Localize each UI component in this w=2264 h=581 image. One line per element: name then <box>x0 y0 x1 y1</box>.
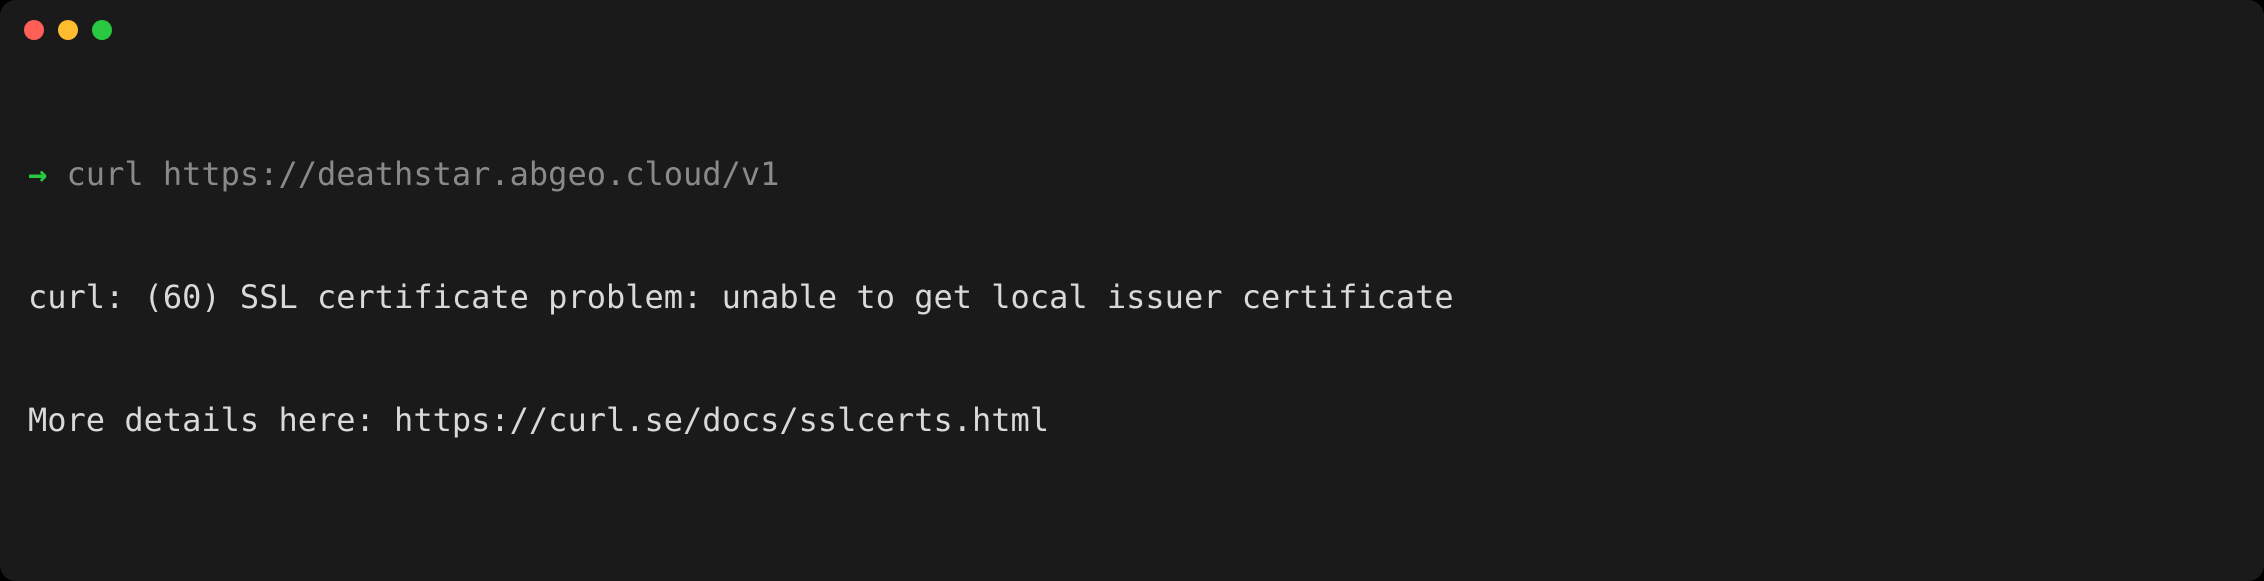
blank-line <box>28 522 2236 563</box>
output-line: More details here: https://curl.se/docs/… <box>28 400 2236 441</box>
terminal-window: → curl https://deathstar.abgeo.cloud/v1 … <box>0 0 2264 581</box>
titlebar <box>0 0 2264 48</box>
maximize-icon[interactable] <box>92 20 112 40</box>
prompt-arrow-icon: → <box>28 155 47 193</box>
output-line: curl: (60) SSL certificate problem: unab… <box>28 277 2236 318</box>
close-icon[interactable] <box>24 20 44 40</box>
prompt-line: → curl https://deathstar.abgeo.cloud/v1 <box>28 154 2236 195</box>
terminal-body[interactable]: → curl https://deathstar.abgeo.cloud/v1 … <box>0 48 2264 581</box>
minimize-icon[interactable] <box>58 20 78 40</box>
command-text: curl https://deathstar.abgeo.cloud/v1 <box>47 155 779 193</box>
